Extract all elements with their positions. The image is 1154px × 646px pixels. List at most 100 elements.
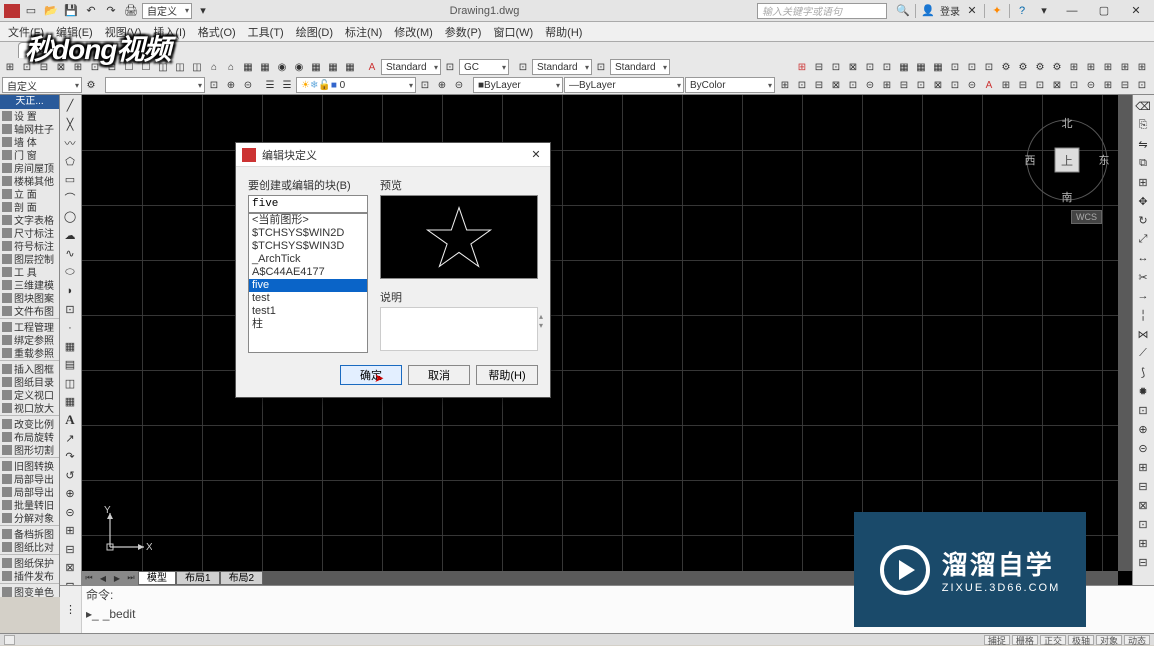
workspace-combo2[interactable]: 自定义 [2,77,82,93]
tool-icon[interactable]: ⊟ [1015,77,1031,93]
tool-icon[interactable]: ⊡ [19,59,35,75]
tool-icon[interactable]: ⊞ [1083,59,1099,75]
maximize-button[interactable]: ▢ [1090,2,1118,20]
tarch-item[interactable]: 文件布图 [0,304,59,317]
ellipsearc-icon[interactable]: ◗ [61,282,79,299]
qat-new-icon[interactable]: ▭ [22,3,40,19]
ellipse-icon[interactable]: ⬭ [61,263,79,280]
circle-icon[interactable]: ◯ [61,208,79,225]
icon[interactable]: ⊟ [61,541,79,558]
layout-tab-1[interactable]: 布局1 [176,571,220,585]
offset-icon[interactable]: ⧉ [1134,154,1152,172]
line-icon[interactable]: ╱ [61,97,79,114]
menu-help[interactable]: 帮助(H) [545,24,582,40]
icon[interactable]: ⊕ [1134,420,1152,438]
qat-print-icon[interactable]: 🖨 [122,3,140,19]
block-list[interactable]: <当前图形>$TCHSYS$WIN2D$TCHSYS$WIN3D_ArchTic… [248,213,368,353]
gradient-icon[interactable]: ▤ [61,356,79,373]
block-list-item[interactable]: 柱 [249,318,367,331]
menu-insert[interactable]: 插入(I) [153,24,185,40]
tarch-item[interactable]: 分解对象 [0,511,59,524]
tool-icon[interactable]: ⊞ [1100,77,1116,93]
tool-icon[interactable]: ⊞ [1117,59,1133,75]
tarch-item[interactable]: 视口放大 [0,401,59,414]
scroll-prev-icon[interactable]: ◀ [96,571,110,585]
tool-icon[interactable]: ⊡ [862,59,878,75]
command-line[interactable]: ⋮ 命令: ▸_ _bedit [60,585,1154,633]
help-dropdown-icon[interactable]: ▾ [1034,3,1054,19]
tool-icon[interactable]: ⊕ [223,77,239,93]
tool-icon[interactable]: ⊟ [1117,77,1133,93]
tool-textstyle-icon[interactable]: A [364,59,380,75]
layer-icon[interactable]: ☰ [279,77,295,93]
block-name-input[interactable] [248,195,368,213]
tarch-item[interactable]: 图变单色 [0,585,59,597]
layer-icon[interactable]: ☰ [262,77,278,93]
tarch-item[interactable]: 插件发布 [0,569,59,582]
tool-icon[interactable]: ▦ [913,59,929,75]
ok-button[interactable]: 确定 ➤ [340,365,402,385]
join-icon[interactable]: ⋈ [1134,325,1152,343]
icon[interactable]: ⊞ [1134,534,1152,552]
cancel-button[interactable]: 取消 [408,365,470,385]
tool-icon[interactable]: ⊡ [913,77,929,93]
gear-icon[interactable]: ⚙ [83,77,99,93]
icon[interactable]: ↷ [61,448,79,465]
tool-icon[interactable]: ◫ [155,59,171,75]
tarch-item[interactable]: 重载参照 [0,346,59,359]
icon[interactable]: ⊞ [1134,458,1152,476]
tool-icon[interactable]: ⊟ [36,59,52,75]
icon[interactable]: ↗ [61,430,79,447]
icon[interactable]: ⊝ [61,504,79,521]
status-grid[interactable]: 栅格 [1012,635,1038,645]
stretch-icon[interactable]: ↔ [1134,249,1152,267]
tool-icon[interactable]: ⊞ [1100,59,1116,75]
tool-icon[interactable]: ⊡ [964,59,980,75]
extend-icon[interactable]: → [1134,287,1152,305]
tool-icon[interactable]: ⊝ [862,77,878,93]
workspace-combo[interactable]: 自定义 [142,3,192,19]
close-button[interactable]: ✕ [1122,2,1150,20]
region-icon[interactable]: ◫ [61,374,79,391]
table-icon[interactable]: ▦ [61,393,79,410]
tool-icon[interactable]: ▦ [257,59,273,75]
menu-draw[interactable]: 绘图(D) [296,24,333,40]
horizontal-scrollbar[interactable]: ⏮ ◀ ▶ ⏭ 模型 布局1 布局2 [82,571,1118,585]
polygon-icon[interactable]: ⬠ [61,152,79,169]
tool-icon[interactable]: ⊡ [828,59,844,75]
revcloud-icon[interactable]: ☁ [61,226,79,243]
menu-window[interactable]: 窗口(W) [493,24,533,40]
status-item[interactable] [4,635,15,645]
text-icon[interactable]: A [61,411,79,428]
block-icon[interactable]: ⊡ [61,300,79,317]
status-ortho[interactable]: 正交 [1040,635,1066,645]
icon[interactable]: ⊠ [1134,496,1152,514]
layout-tab-2[interactable]: 布局2 [220,571,264,585]
tool-icon[interactable]: A [981,77,997,93]
tool-icon[interactable]: ⊡ [1032,77,1048,93]
status-polar[interactable]: 极轴 [1068,635,1094,645]
menu-view[interactable]: 视图(V) [105,24,142,40]
rectangle-icon[interactable]: ▭ [61,171,79,188]
help-icon[interactable]: ? [1012,3,1032,19]
star-icon[interactable]: ✦ [987,3,1007,19]
tool-icon[interactable]: ⊠ [828,77,844,93]
hatch-icon[interactable]: ▦ [61,337,79,354]
array-icon[interactable]: ⊞ [1134,173,1152,191]
plotstyle-combo[interactable]: ByColor [685,77,775,93]
block-list-item[interactable]: $TCHSYS$WIN2D [249,227,367,240]
tool-icon[interactable]: ⊡ [1134,77,1150,93]
tool-icon[interactable]: ⊟ [811,59,827,75]
scroll-next-icon[interactable]: ▶ [110,571,124,585]
qat-open-icon[interactable]: 📂 [42,3,60,19]
tool-icon[interactable]: ⊞ [998,77,1014,93]
icon[interactable]: ⊟ [1134,553,1152,571]
tablestyle-combo[interactable]: Standard [532,59,592,75]
erase-icon[interactable]: ⌫ [1134,97,1152,115]
fillet-icon[interactable]: ⟆ [1134,363,1152,381]
tool-icon[interactable]: ⊞ [1066,59,1082,75]
tool-icon[interactable]: ⚙ [1032,59,1048,75]
doc-tab[interactable]: Draw... [18,42,71,58]
qat-save-icon[interactable]: 💾 [62,3,80,19]
tool-icon[interactable]: ▦ [930,59,946,75]
